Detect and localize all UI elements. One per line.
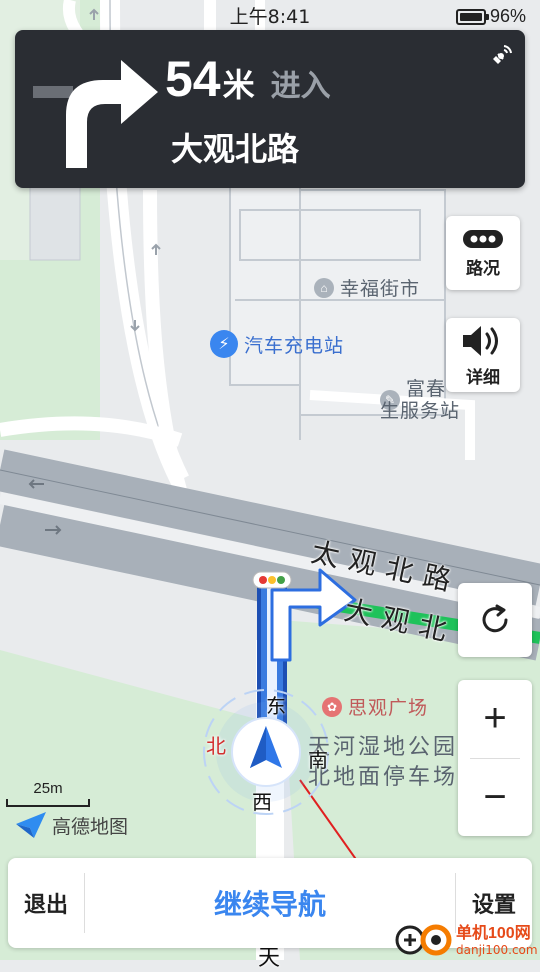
gps-signal-icon[interactable]: [491, 42, 515, 66]
amap-logo: 高德地图: [14, 810, 128, 840]
zoom-in-button[interactable]: +: [458, 680, 532, 758]
traffic-label: 路况: [466, 258, 500, 279]
refresh-icon: [482, 604, 508, 633]
poi-plaza[interactable]: ✿ 思观广场: [322, 693, 428, 720]
compass-east: 东: [266, 694, 286, 718]
amap-logo-icon: [16, 812, 46, 838]
compass-north: 北: [206, 734, 226, 758]
poi-parking[interactable]: 天河湿地公园 北地面停车场: [308, 733, 458, 793]
poi-park-label-1: 天河湿地公园: [308, 735, 459, 760]
compass-south: 南: [308, 748, 328, 772]
voice-detail-button[interactable]: 详细: [446, 318, 520, 392]
traffic-button[interactable]: 路况: [446, 216, 520, 290]
scale-label: 25m: [33, 780, 63, 797]
traffic-icon: [463, 229, 503, 248]
refresh-route-button[interactable]: [458, 583, 532, 657]
guidance-panel[interactable]: 54 米 进入 大观北路: [15, 30, 525, 188]
poi-market-label: 幸福街市: [340, 278, 421, 300]
action-text: 进入: [270, 69, 331, 104]
watermark-logo-icon: [395, 924, 452, 956]
turn-right-arrow-icon: [33, 60, 158, 168]
watermark-title: 单机100网: [456, 925, 531, 942]
poi-plaza-label: 思观广场: [348, 697, 429, 719]
scale-bar: [6, 799, 90, 807]
exit-button[interactable]: 退出: [8, 858, 84, 948]
next-road-name: 大观北路: [171, 130, 300, 168]
map-scale: 25m: [6, 780, 90, 807]
market-icon: ⌂: [314, 277, 334, 298]
current-location-marker: [230, 716, 302, 788]
distance-row: 54 米 进入: [165, 50, 331, 108]
zoom-out-button[interactable]: −: [458, 759, 532, 837]
compass-west: 西: [252, 790, 272, 814]
distance-value: 54: [165, 51, 221, 107]
watermark: 单机100网 danji100.com: [392, 918, 538, 958]
speaker-icon: [463, 325, 498, 356]
plaza-icon: ✿: [322, 696, 342, 717]
detail-label: 详细: [466, 367, 500, 388]
battery-icon: [455, 8, 489, 25]
poi-service-label-2: 生服务站: [380, 400, 461, 422]
status-time: 上午8:41: [229, 5, 311, 28]
charging-icon: ⚡: [210, 330, 238, 358]
poi-park-label-2: 北地面停车场: [308, 765, 459, 790]
battery-percent: 96%: [489, 6, 526, 26]
poi-charging-station[interactable]: ⚡ 汽车充电站: [210, 330, 344, 358]
status-bar: 上午8:41 96%: [0, 0, 540, 30]
poi-charging-label: 汽车充电站: [244, 334, 345, 357]
amap-logo-text: 高德地图: [52, 815, 129, 838]
distance-unit: 米: [222, 66, 255, 104]
battery-indicator: 96%: [455, 6, 526, 27]
poi-market[interactable]: ⌂ 幸福街市: [314, 274, 420, 301]
zoom-controls: + −: [458, 680, 532, 836]
location-arrow-icon: [231, 717, 301, 787]
watermark-url: danji100.com: [456, 943, 538, 957]
